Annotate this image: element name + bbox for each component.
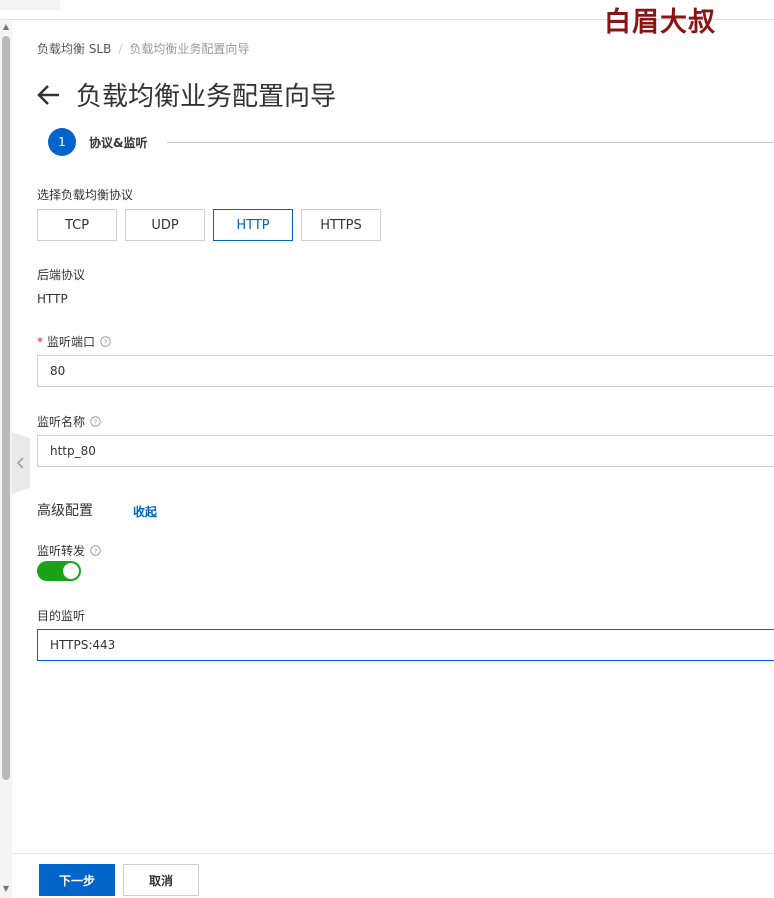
listen-port-label-text: 监听端口 <box>47 335 96 349</box>
chevron-left-icon <box>16 457 24 469</box>
help-icon[interactable]: ? <box>90 416 101 427</box>
target-listener-label: 目的监听 <box>37 609 86 623</box>
scroll-up-icon[interactable]: ▲ <box>1 23 11 31</box>
step-1: 1 协议&监听 <box>48 128 147 156</box>
step-divider <box>167 142 774 143</box>
svg-text:?: ? <box>94 417 98 426</box>
watermark: 白眉大叔 <box>604 7 716 38</box>
next-step-button[interactable]: 下一步 <box>39 864 115 896</box>
cancel-button[interactable]: 取消 <box>123 864 199 896</box>
target-listener-select[interactable]: HTTPS:443 <box>37 629 774 661</box>
help-icon[interactable]: ? <box>90 545 101 556</box>
backend-protocol-label: 后端协议 <box>37 268 86 282</box>
breadcrumb-separator: / <box>118 41 123 56</box>
scroll-down-icon[interactable]: ▼ <box>1 885 11 893</box>
forwarding-toggle[interactable] <box>37 561 81 581</box>
breadcrumb-current: 负载均衡业务配置向导 <box>129 42 250 56</box>
required-mark: * <box>37 334 43 349</box>
forwarding-label-text: 监听转发 <box>37 544 86 558</box>
scrollbar-thumb[interactable] <box>2 36 10 780</box>
sidebar-collapse-handle[interactable] <box>12 432 30 494</box>
breadcrumb-root[interactable]: 负载均衡 SLB <box>37 40 111 57</box>
protocol-option-http[interactable]: HTTP <box>213 209 293 241</box>
svg-text:?: ? <box>94 546 98 555</box>
backend-protocol-value: HTTP <box>37 292 68 306</box>
page-title: 负载均衡业务配置向导 <box>76 82 337 112</box>
step-number: 1 <box>48 128 76 156</box>
arrow-left-icon[interactable] <box>36 82 62 108</box>
forwarding-label: 监听转发 ? <box>37 542 101 559</box>
listen-name-input[interactable]: http_80 <box>37 435 774 467</box>
listen-name-label-text: 监听名称 <box>37 415 86 429</box>
step-label: 协议&监听 <box>89 135 148 150</box>
advanced-config-title: 高级配置 <box>37 503 93 519</box>
protocol-option-https[interactable]: HTTPS <box>301 209 381 241</box>
protocol-option-udp[interactable]: UDP <box>125 209 205 241</box>
listen-port-input[interactable]: 80 <box>37 355 774 387</box>
protocol-label: 选择负载均衡协议 <box>37 188 134 202</box>
protocol-selector: TCP UDP HTTP HTTPS <box>37 209 389 241</box>
title-row: 负载均衡业务配置向导 <box>36 76 336 113</box>
collapse-advanced-link[interactable]: 收起 <box>133 503 157 520</box>
protocol-option-tcp[interactable]: TCP <box>37 209 117 241</box>
listen-name-label: 监听名称 ? <box>37 413 101 430</box>
listen-port-label: * 监听端口 ? <box>37 333 111 350</box>
toggle-knob <box>63 563 79 579</box>
top-tab-remnant <box>0 0 60 10</box>
help-icon[interactable]: ? <box>100 336 111 347</box>
breadcrumb: 负载均衡 SLB / 负载均衡业务配置向导 <box>37 40 249 57</box>
svg-text:?: ? <box>104 337 108 346</box>
